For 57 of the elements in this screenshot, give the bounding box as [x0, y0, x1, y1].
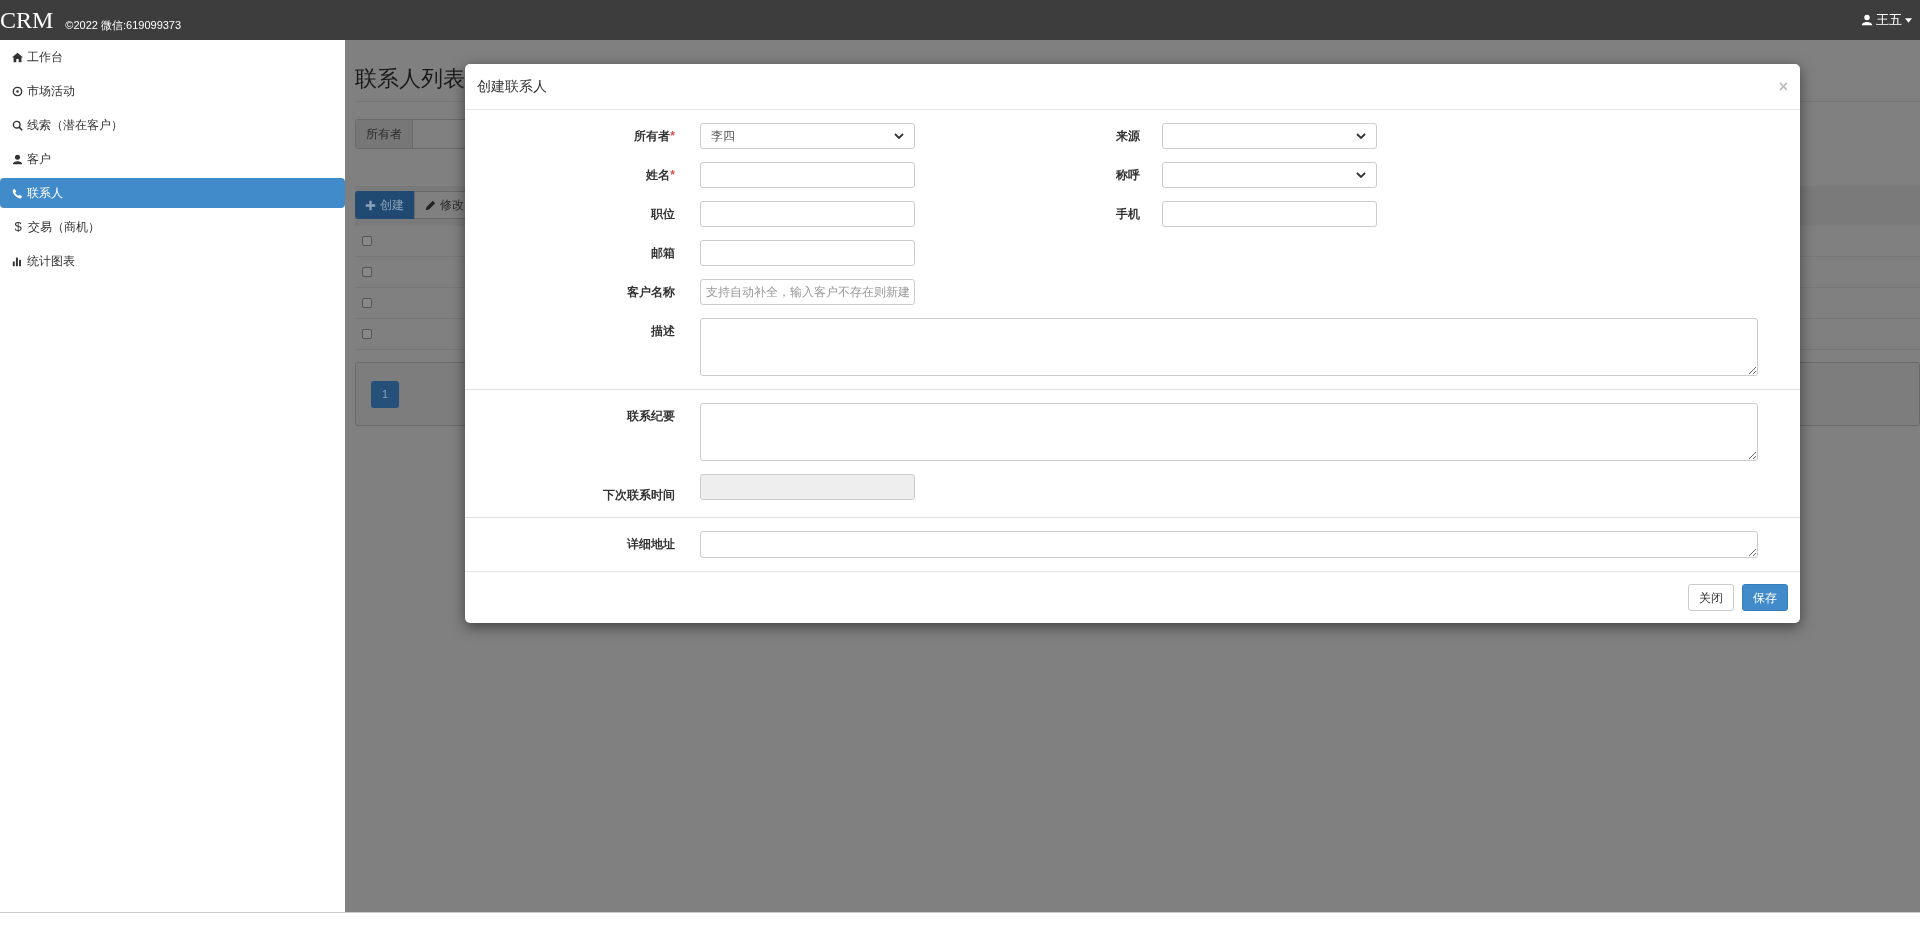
field-label: 详细地址 — [626, 536, 675, 553]
circle-dot-icon — [12, 85, 23, 97]
user-menu[interactable]: 王五 — [1861, 10, 1920, 30]
field-label: 邮箱 — [650, 245, 675, 262]
field-label: 客户名称 — [626, 284, 675, 301]
phone-icon — [12, 187, 23, 199]
row-checkbox[interactable] — [362, 236, 372, 246]
text-area[interactable] — [700, 318, 1758, 376]
filter-label: 所有者 — [356, 120, 413, 148]
copyright-text: ©2022 微信:619099373 — [65, 20, 182, 31]
sidebar-item[interactable]: 客户 — [0, 144, 345, 174]
page-title: 联系人列表 — [355, 65, 465, 93]
field-label: 来源 — [1115, 128, 1140, 145]
field-label: 手机 — [1115, 206, 1140, 223]
sidebar-item[interactable]: 统计图表 — [0, 246, 345, 276]
field-label: 联系纪要 — [625, 408, 675, 425]
user-icon — [12, 153, 23, 165]
field-label: 职位 — [649, 206, 675, 223]
modal-title: 创建联系人 — [477, 77, 547, 96]
sidebar-item[interactable]: 市场活动 — [0, 76, 345, 106]
dollar-icon: $ — [12, 217, 24, 237]
row-checkbox[interactable] — [362, 267, 372, 277]
close-button[interactable]: 关闭 — [1688, 584, 1734, 611]
input-field[interactable] — [700, 201, 915, 227]
pencil-icon — [425, 199, 436, 211]
caret-icon — [1905, 17, 1912, 23]
sidebar-item[interactable]: 联系人 — [0, 178, 345, 208]
text-area[interactable] — [700, 403, 1758, 461]
chevron-down-icon — [1356, 133, 1366, 139]
text-area[interactable] — [700, 531, 1758, 558]
sidebar-item[interactable]: $ 交易（商机） — [0, 212, 345, 242]
chevron-down-icon — [894, 133, 904, 139]
select-field[interactable] — [1162, 123, 1377, 149]
chevron-down-icon — [1356, 172, 1366, 178]
create-button[interactable]: 创建 — [355, 191, 414, 219]
field-label: 描述 — [650, 323, 675, 340]
bar-chart-icon — [12, 255, 23, 267]
home-icon — [12, 51, 23, 63]
select-field[interactable]: 李四 — [700, 123, 915, 149]
plus-icon — [365, 199, 376, 211]
row-checkbox[interactable] — [362, 329, 372, 339]
input-field[interactable] — [700, 240, 915, 266]
search-icon — [12, 119, 23, 131]
select-field[interactable] — [1162, 162, 1377, 188]
sidebar-item[interactable]: 线索（潜在客户） — [0, 110, 345, 140]
row-checkbox[interactable] — [362, 298, 372, 308]
field-label: 姓名* — [645, 167, 675, 184]
input-field[interactable]: 支持自动补全，输入客户不存在则新建 — [700, 279, 915, 305]
save-button[interactable]: 保存 — [1742, 584, 1788, 611]
brand-logo: CRM — [0, 8, 54, 32]
field-label: 所有者* — [633, 128, 675, 145]
field-label: 下次联系时间 — [602, 487, 675, 504]
sidebar-item[interactable]: 工作台 — [0, 42, 345, 72]
input-field[interactable] — [700, 162, 915, 188]
input-field[interactable] — [1162, 201, 1377, 227]
user-icon — [1861, 14, 1873, 26]
field-label: 称呼 — [1115, 167, 1140, 184]
